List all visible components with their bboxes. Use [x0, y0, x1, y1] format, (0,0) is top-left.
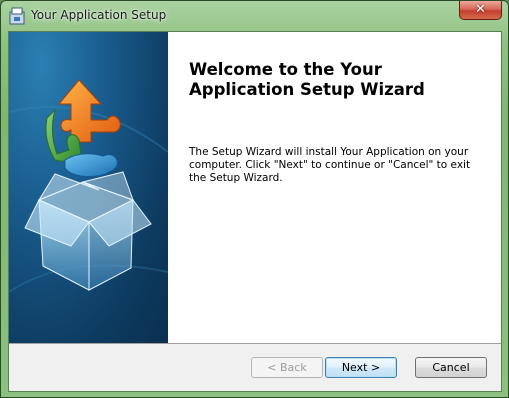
installer-icon — [9, 7, 25, 25]
puzzle-box-icon — [9, 79, 168, 293]
wizard-description: The Setup Wizard will install Your Appli… — [189, 146, 471, 184]
back-button[interactable]: < Back — [251, 357, 323, 378]
button-bar: < Back Next > Cancel — [9, 343, 501, 391]
wizard-page: Welcome to the Your Application Setup Wi… — [8, 31, 502, 392]
next-button[interactable]: Next > — [325, 357, 397, 378]
wizard-banner — [9, 32, 168, 343]
window-title: Your Application Setup — [31, 8, 167, 22]
setup-window: Your Application Setup ✕ Welcome to the … — [0, 0, 509, 398]
page-title: Welcome to the Your Application Setup Wi… — [189, 60, 425, 99]
title-bar[interactable]: Your Application Setup ✕ — [1, 1, 508, 31]
close-button[interactable]: ✕ — [459, 1, 502, 20]
cancel-button[interactable]: Cancel — [415, 357, 487, 378]
close-icon: ✕ — [475, 2, 486, 17]
